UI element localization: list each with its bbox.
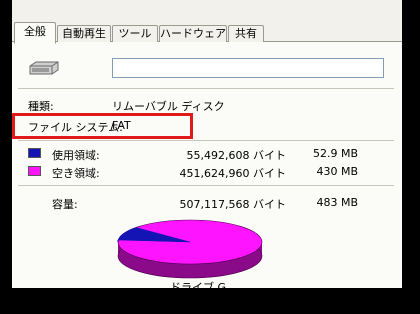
properties-dialog: 全般 自動再生 ツール ハードウェア 共有 種類: リムーバブル ディスク ファ… (12, 0, 402, 288)
removable-drive-icon (29, 61, 59, 75)
black-border (0, 288, 420, 314)
disk-usage-pie (117, 219, 263, 279)
tab-hardware[interactable]: ハードウェア (159, 25, 227, 42)
file-system-highlight-box (12, 113, 193, 139)
separator (18, 140, 394, 141)
capacity-bytes: 507,117,568 バイト (179, 198, 286, 211)
tab-sharing[interactable]: 共有 (228, 25, 264, 42)
tab-tools[interactable]: ツール (112, 25, 158, 42)
separator (18, 88, 394, 89)
free-space-size: 430 MB (316, 165, 358, 178)
tab-autoplay[interactable]: 自動再生 (57, 25, 111, 42)
capacity-size: 483 MB (316, 196, 358, 209)
free-space-bytes: 451,624,960 バイト (179, 167, 286, 180)
used-space-bytes: 55,492,608 バイト (186, 149, 286, 162)
free-space-label: 空き領域: (52, 167, 100, 180)
type-label: 種類: (28, 100, 54, 113)
tab-general[interactable]: 全般 (14, 22, 56, 44)
capacity-label: 容量: (52, 198, 78, 211)
drive-label: ドライブ G (170, 281, 227, 288)
drive-name-input[interactable] (112, 58, 384, 78)
general-panel: 種類: リムーバブル ディスク ファイル システム: FAT 使用領域: 55,… (12, 42, 402, 288)
free-space-swatch (28, 166, 41, 176)
used-space-swatch (28, 148, 41, 158)
used-space-size: 52.9 MB (312, 147, 358, 160)
screen: { "tabs": ["全般", "自動再生", "ツール", "ハードウェア"… (0, 0, 420, 314)
used-space-label: 使用領域: (52, 149, 100, 162)
type-value: リムーバブル ディスク (112, 100, 225, 113)
separator (18, 185, 394, 186)
